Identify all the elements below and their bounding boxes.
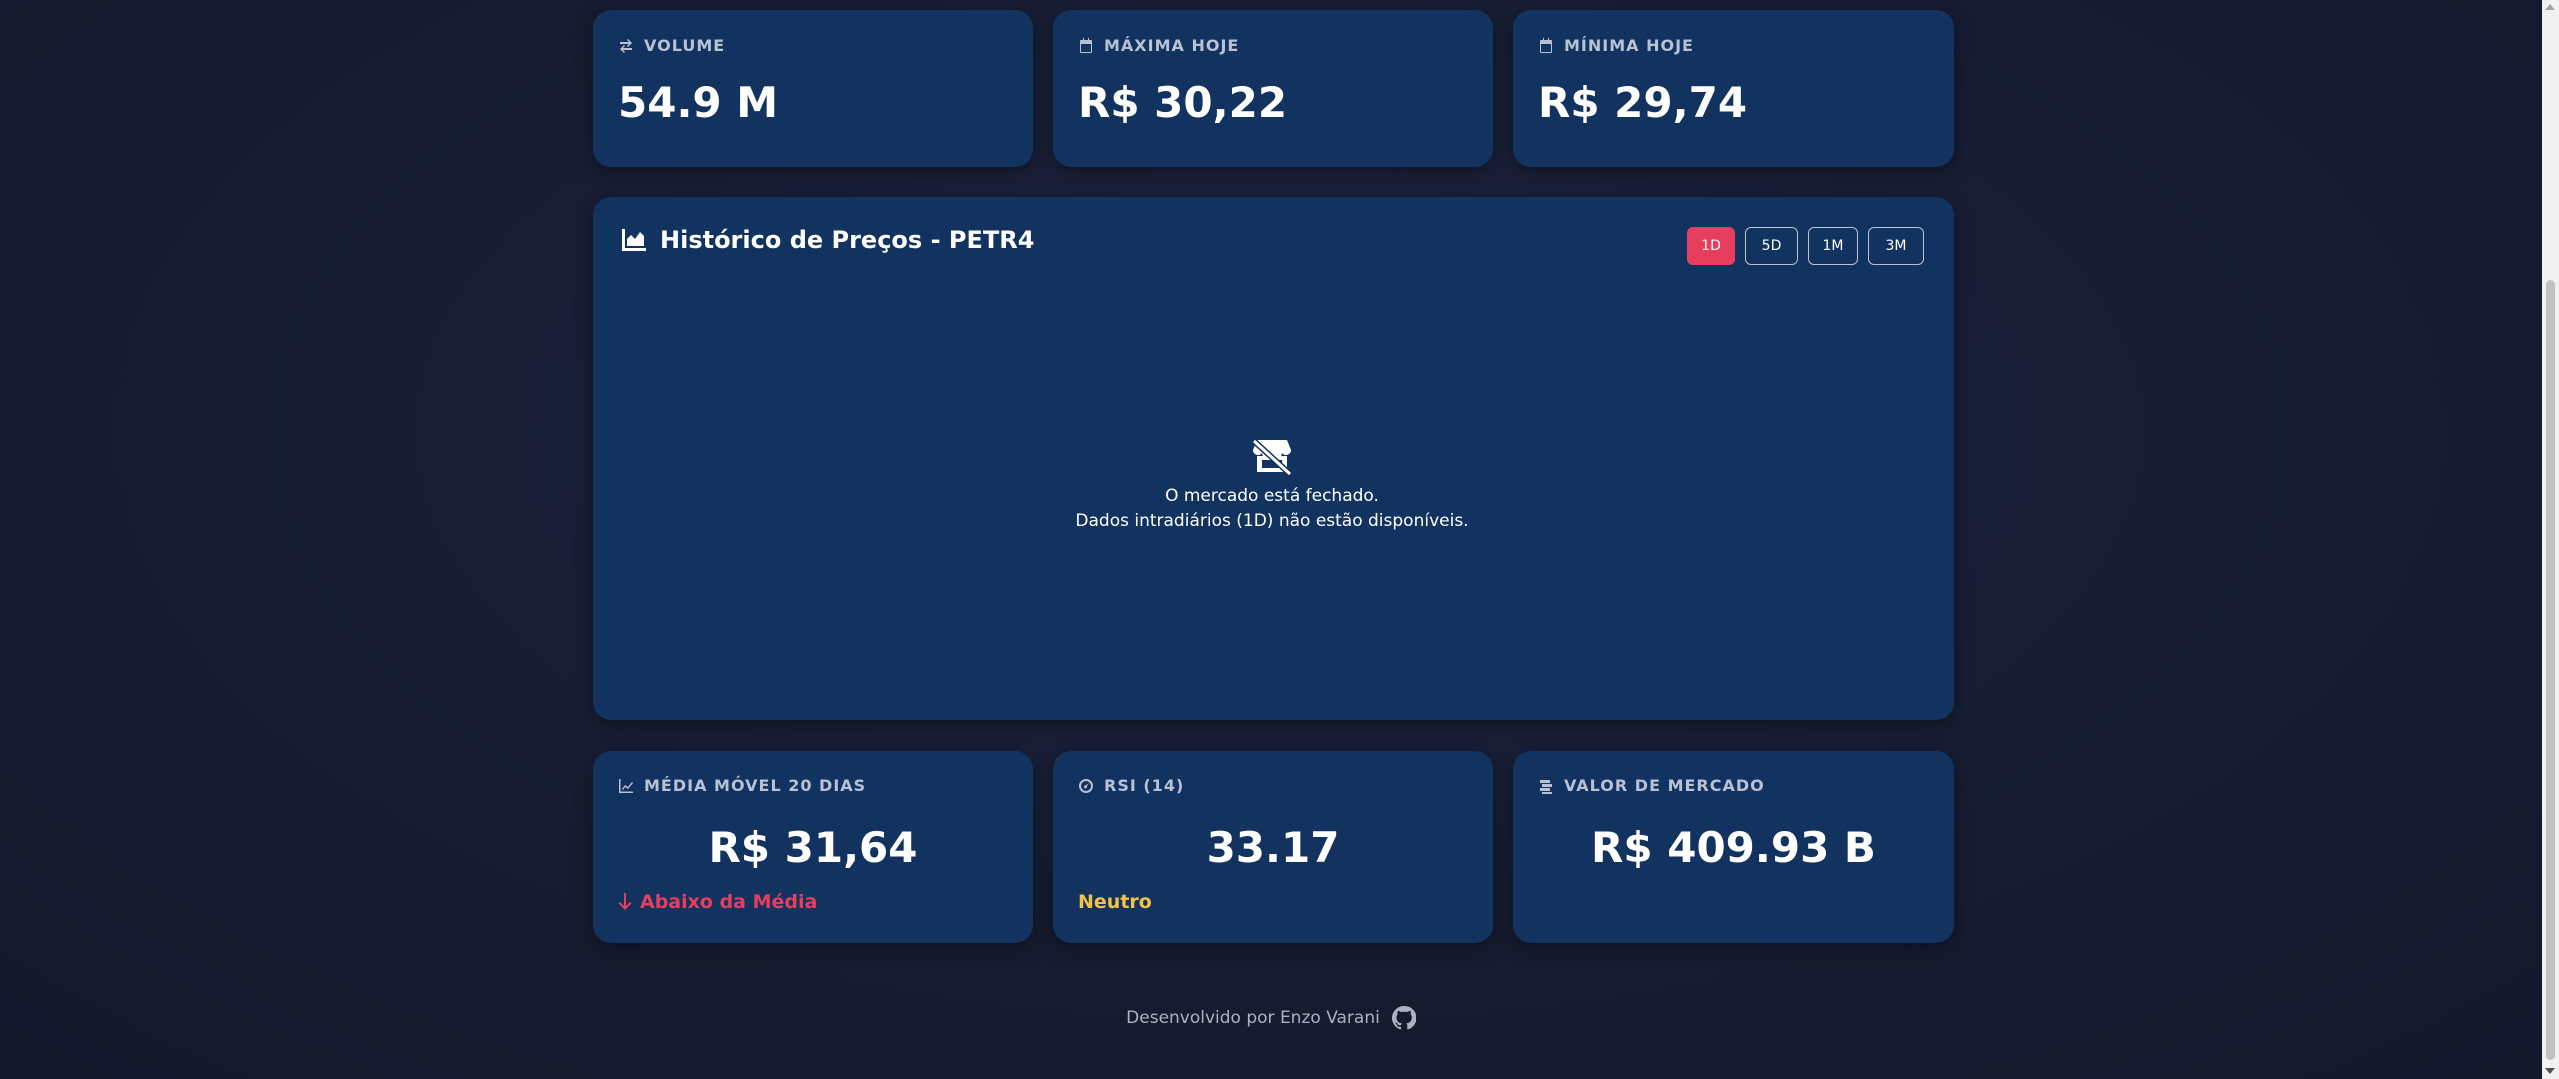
market-cap-label-row: VALOR DE MERCADO bbox=[1538, 776, 1765, 795]
market-cap-label: VALOR DE MERCADO bbox=[1564, 776, 1765, 795]
github-icon[interactable] bbox=[1391, 1006, 1416, 1030]
max-today-value: R$ 30,22 bbox=[1078, 78, 1288, 127]
below-average-text: Abaixo da Média bbox=[640, 891, 818, 913]
exchange-icon bbox=[620, 38, 632, 53]
max-today-label-row: MÁXIMA HOJE bbox=[1078, 36, 1239, 55]
range-3m-button[interactable]: 3M bbox=[1868, 227, 1924, 265]
max-today-card: MÁXIMA HOJE R$ 30,22 bbox=[1053, 10, 1493, 167]
footer-credit: Desenvolvido por Enzo Varani bbox=[1126, 1008, 1380, 1028]
calendar-icon bbox=[1080, 37, 1092, 53]
market-cap-card: VALOR DE MERCADO R$ 409.93 B bbox=[1513, 751, 1954, 943]
market-closed-line1: O mercado está fechado. bbox=[1165, 486, 1379, 506]
moving-average-label: MÉDIA MÓVEL 20 DIAS bbox=[644, 776, 867, 795]
volume-label: VOLUME bbox=[644, 36, 726, 55]
moving-average-value: R$ 31,64 bbox=[708, 823, 918, 872]
rsi-label-row: RSI (14) bbox=[1078, 776, 1184, 795]
moving-average-card: MÉDIA MÓVEL 20 DIAS R$ 31,64 Abaixo da M… bbox=[593, 751, 1033, 943]
rsi-value: 33.17 bbox=[1206, 823, 1340, 872]
rsi-status: Neutro bbox=[1078, 891, 1152, 913]
scroll-up-arrow[interactable] bbox=[2545, 4, 2555, 10]
vertical-scrollbar[interactable] bbox=[2542, 0, 2559, 1079]
store-slash-icon bbox=[1251, 438, 1293, 476]
range-1m-button[interactable]: 1M bbox=[1808, 227, 1858, 265]
volume-value: 54.9 M bbox=[618, 78, 779, 127]
range-1d-button[interactable]: 1D bbox=[1687, 227, 1735, 265]
min-today-label-row: MÍNIMA HOJE bbox=[1538, 36, 1694, 55]
volume-card: VOLUME 54.9 M bbox=[593, 10, 1033, 167]
footer: Desenvolvido por Enzo Varani bbox=[0, 1006, 2559, 1030]
chart-title-text: Histórico de Preços - PETR4 bbox=[660, 226, 1035, 254]
range-5d-button[interactable]: 5D bbox=[1745, 227, 1798, 265]
market-closed-line2: Dados intradiários (1D) não estão dispon… bbox=[1075, 511, 1469, 531]
chart-title: Histórico de Preços - PETR4 bbox=[622, 226, 1034, 254]
gauge-icon bbox=[1079, 778, 1093, 793]
volume-label-row: VOLUME bbox=[618, 36, 725, 55]
min-today-card: MÍNIMA HOJE R$ 29,74 bbox=[1513, 10, 1954, 167]
coins-icon bbox=[1540, 779, 1552, 794]
scrollbar-thumb[interactable] bbox=[2546, 280, 2555, 1060]
market-closed-message: O mercado está fechado. Dados intradiári… bbox=[592, 438, 1952, 534]
line-chart-icon bbox=[619, 778, 633, 793]
moving-average-label-row: MÉDIA MÓVEL 20 DIAS bbox=[618, 776, 866, 795]
min-today-label: MÍNIMA HOJE bbox=[1564, 36, 1694, 55]
rsi-card: RSI (14) 33.17 Neutro bbox=[1053, 751, 1493, 943]
max-today-label: MÁXIMA HOJE bbox=[1104, 36, 1240, 55]
area-chart-icon bbox=[622, 229, 646, 251]
market-cap-value: R$ 409.93 B bbox=[1591, 823, 1876, 872]
min-today-value: R$ 29,74 bbox=[1538, 78, 1748, 127]
arrow-down-icon bbox=[618, 893, 632, 910]
below-average-indicator: Abaixo da Média bbox=[618, 891, 817, 913]
calendar-icon bbox=[1540, 37, 1552, 53]
rsi-label: RSI (14) bbox=[1104, 776, 1185, 795]
scroll-down-arrow[interactable] bbox=[2545, 1068, 2555, 1074]
